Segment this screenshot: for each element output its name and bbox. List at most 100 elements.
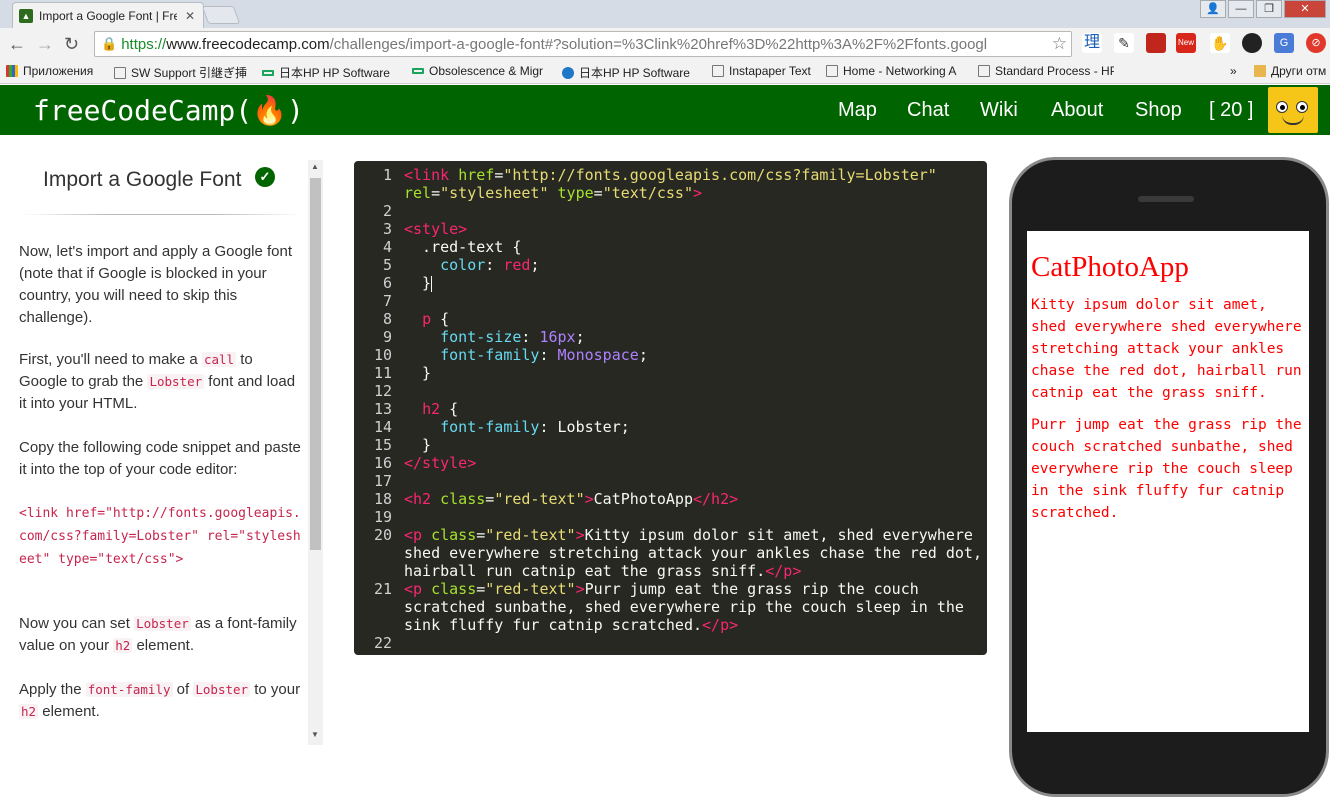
code-line[interactable]: <style> [404, 220, 467, 238]
text-cursor [431, 275, 433, 292]
back-arrow-icon[interactable]: ← [8, 34, 26, 55]
reload-icon[interactable]: ↻ [64, 34, 79, 55]
nav-chat-link[interactable]: Chat [907, 99, 949, 122]
line-number: 17 [373, 472, 392, 490]
code-line[interactable]: color: red; [404, 256, 539, 274]
line-number: 18 [373, 490, 392, 508]
address-bar[interactable]: 🔒 https:// www.freecodecamp.com /challen… [94, 31, 1072, 57]
code-line[interactable]: sink fluffy fur catnip scratched.</p> [404, 616, 738, 634]
forward-arrow-icon[interactable]: → [36, 34, 54, 55]
hp-logo-icon [562, 66, 574, 79]
bookmark-item[interactable]: SW Support 引継ぎ挿 [114, 64, 250, 81]
line-number: 1 [382, 166, 392, 184]
user-avatar[interactable] [1268, 87, 1318, 133]
bookmark-item[interactable]: 日本HP HP Software [262, 64, 400, 81]
challenge-instructions: Import a Google Font ✓ Now, let's import… [0, 135, 310, 768]
code-line[interactable]: } [404, 436, 431, 454]
bookmark-other[interactable]: Други отм [1254, 64, 1330, 78]
fcc-logo[interactable]: freeCodeCamp(🔥) [33, 94, 304, 127]
code-line[interactable]: </style> [404, 454, 476, 472]
tab-title: Import a Google Font | Fre [39, 8, 177, 23]
bookmark-extension-icon[interactable] [1146, 33, 1166, 53]
close-window-icon[interactable]: ✕ [1284, 0, 1326, 18]
line-number: 8 [382, 310, 392, 328]
scroll-down-icon[interactable]: ▼ [311, 730, 319, 739]
line-number: 21 [373, 580, 392, 598]
output-preview: CatPhotoApp Kitty ipsum dolor sit amet, … [1027, 231, 1309, 732]
scroll-up-icon[interactable]: ▲ [311, 162, 319, 171]
user-profile-icon[interactable]: 👤 [1200, 0, 1226, 18]
inline-code: Lobster [147, 374, 205, 389]
code-line[interactable]: font-family: Lobster; [404, 418, 630, 436]
bookmark-item[interactable]: 日本HP HP Software [562, 64, 700, 81]
translate-extension-icon[interactable]: 理 [1082, 33, 1102, 53]
inline-code: font-family [85, 682, 173, 697]
inline-code: h2 [113, 638, 133, 653]
instruction-paragraph: Apply the font-family of Lobster to your… [19, 681, 301, 720]
line-number: 3 [382, 220, 392, 238]
maximize-icon[interactable]: ❐ [1256, 0, 1282, 18]
code-line[interactable]: } [404, 364, 431, 382]
code-line[interactable]: .red-text { [404, 238, 521, 256]
bookmark-item[interactable]: Obsolescence & Migr [412, 64, 552, 78]
google-translate-icon[interactable]: G [1274, 33, 1294, 53]
nav-map-link[interactable]: Map [838, 99, 877, 122]
phone-speaker [1138, 196, 1194, 202]
code-line[interactable]: h2 { [404, 400, 458, 418]
bookmark-item[interactable]: Home - Networking A [826, 64, 968, 78]
folder-icon [1254, 65, 1266, 77]
nav-shop-link[interactable]: Shop [1135, 99, 1182, 122]
new-tab-button[interactable] [201, 6, 241, 24]
page-icon [712, 65, 724, 77]
bookmark-item[interactable]: Standard Process - HP [978, 64, 1114, 78]
instruction-paragraph: Now you can set Lobster as a font-family… [19, 615, 297, 654]
code-line[interactable]: p { [404, 310, 449, 328]
browser-tab[interactable]: ▲ Import a Google Font | Fre ✕ [12, 2, 204, 28]
preview-paragraph: Purr jump eat the grass rip the couch sc… [1031, 417, 1302, 521]
code-line[interactable]: <h2 class="red-text">CatPhotoApp</h2> [404, 490, 738, 508]
code-line[interactable]: rel="stylesheet" type="text/css"> [404, 184, 702, 202]
minimize-icon[interactable]: — [1228, 0, 1254, 18]
code-line[interactable]: } [404, 274, 433, 292]
code-line[interactable]: font-size: 16px; [404, 328, 585, 346]
code-line[interactable]: <p class="red-text">Purr jump eat the gr… [404, 580, 919, 598]
nav-points-link[interactable]: [ 20 ] [1209, 99, 1253, 122]
line-number: 6 [382, 274, 392, 292]
bookmark-apps[interactable]: Приложения [6, 64, 106, 78]
tool-extension-icon[interactable]: ✎ [1114, 33, 1134, 53]
news-extension-icon[interactable]: New [1176, 33, 1196, 53]
instructions-scrollbar[interactable]: ▲ ▼ [308, 160, 323, 745]
code-line[interactable]: <link href="http://fonts.googleapis.com/… [404, 166, 937, 184]
line-number: 10 [373, 346, 392, 364]
code-line[interactable]: shed everywhere stretching attack your a… [404, 544, 982, 562]
evernote-extension-icon[interactable]: ✋ [1210, 33, 1230, 53]
code-line[interactable]: scratched sunbathe, shed everywhere rip … [404, 598, 964, 616]
chrome-extension-icon[interactable] [1242, 33, 1262, 53]
inline-code: Lobster [193, 682, 251, 697]
page-icon [114, 66, 126, 79]
code-line[interactable]: font-family: Monospace; [404, 346, 648, 364]
nav-wiki-link[interactable]: Wiki [980, 99, 1018, 122]
bookmark-item[interactable]: Instapaper Text [712, 64, 822, 78]
code-line[interactable]: <p class="red-text">Kitty ipsum dolor si… [404, 526, 973, 544]
line-number: 12 [373, 382, 392, 400]
scrollbar-thumb[interactable] [310, 178, 321, 550]
adblock-extension-icon[interactable]: ⊘ [1306, 33, 1326, 53]
completed-check-icon: ✓ [255, 167, 275, 187]
avatar-eye [1296, 101, 1308, 113]
browser-toolbar: ← → ↻ 🔒 https:// www.freecodecamp.com /c… [0, 28, 1330, 60]
apps-grid-icon [6, 65, 18, 77]
nav-about-link[interactable]: About [1051, 99, 1103, 122]
line-number: 11 [373, 364, 392, 382]
close-tab-icon[interactable]: ✕ [185, 9, 195, 23]
bookmark-overflow[interactable]: » [1230, 64, 1246, 78]
title-divider [22, 214, 300, 215]
code-editor[interactable]: 1 2 3 4 5 6 7 8 9 10 11 12 13 14 15 16 17 18 19 20 21 22 <lin… [354, 161, 987, 655]
bookmark-star-icon[interactable]: ☆ [1052, 34, 1067, 54]
code-snippet: <link href="http://fonts.googleapis.com/… [19, 506, 301, 567]
line-number: 9 [382, 328, 392, 346]
code-line[interactable]: hairball run catnip eat the grass sniff.… [404, 562, 801, 580]
line-number: 5 [382, 256, 392, 274]
line-number: 14 [373, 418, 392, 436]
inline-code: Lobster [134, 616, 191, 631]
